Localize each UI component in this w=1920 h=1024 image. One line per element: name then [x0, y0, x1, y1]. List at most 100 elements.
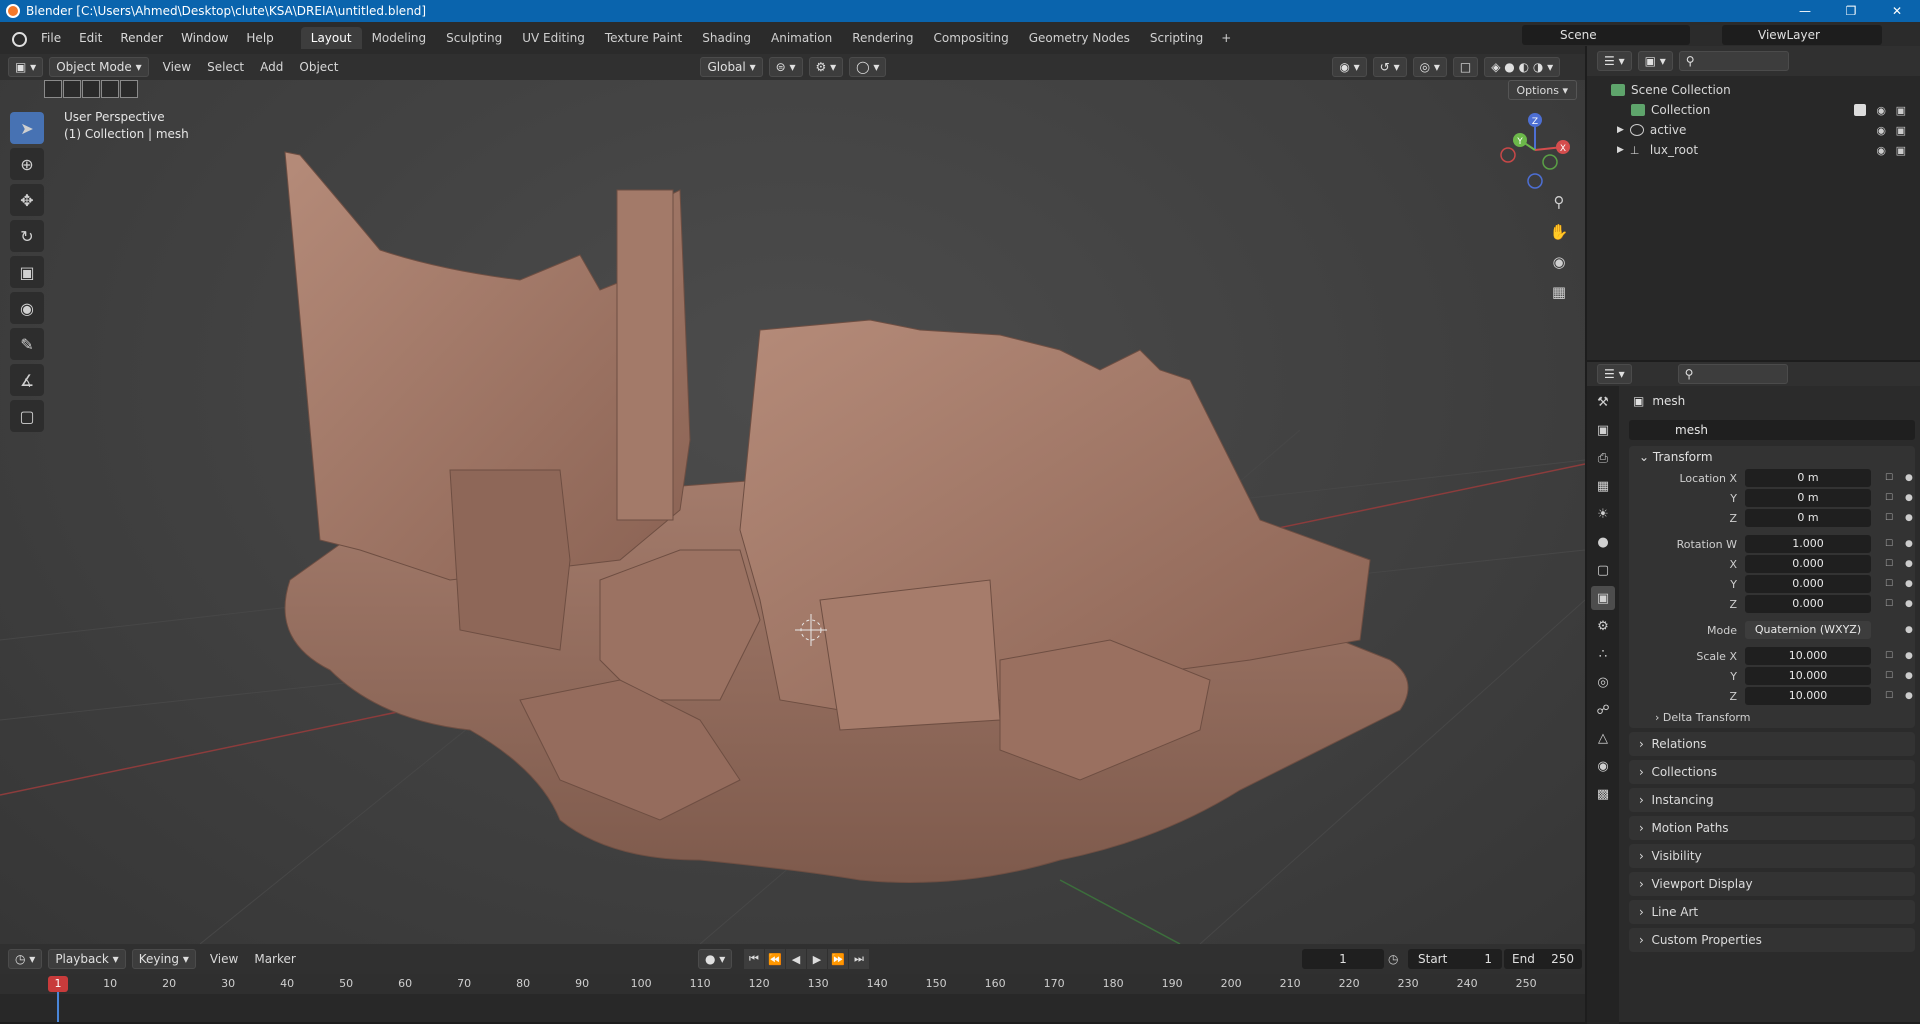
location-y-field[interactable]: 0 m	[1745, 489, 1871, 507]
ortho-grid-icon[interactable]: ▦	[1547, 280, 1571, 304]
expand-arrow-icon[interactable]: ▶	[1617, 125, 1624, 135]
tab-compositing[interactable]: Compositing	[923, 27, 1018, 49]
annotate-tool-icon[interactable]: ✎	[10, 328, 44, 360]
timeline-editor-type[interactable]: ◷ ▾	[8, 949, 43, 969]
location-z-field[interactable]: 0 m	[1745, 509, 1871, 527]
expand-arrow-icon[interactable]: ▶	[1617, 145, 1624, 155]
keyframe-dot-icon[interactable]: ●	[1905, 539, 1913, 549]
render-tab-icon[interactable]: ▣	[1591, 418, 1615, 442]
scale-z-field[interactable]: 10.000	[1745, 687, 1871, 705]
lock-icon[interactable]: ☐	[1885, 599, 1893, 609]
orientation-dropdown[interactable]: Global ▾	[700, 57, 763, 77]
data-tab-icon[interactable]: △	[1591, 726, 1615, 750]
select-subtract-icon[interactable]	[82, 80, 100, 98]
zoom-icon[interactable]: ⚲	[1547, 190, 1571, 214]
preview-range-icon[interactable]: ◷	[1388, 952, 1398, 966]
collection-tab-icon[interactable]: ▢	[1591, 558, 1615, 582]
collections-panel[interactable]: › Collections	[1629, 760, 1915, 784]
render-camera-icon[interactable]: ▣	[1896, 144, 1906, 157]
tab-sculpting[interactable]: Sculpting	[436, 27, 512, 49]
rotation-mode-dropdown[interactable]: Quaternion (WXYZ)	[1745, 621, 1871, 639]
rotate-tool-icon[interactable]: ↻	[10, 220, 44, 252]
outliner-item-active[interactable]: ▶ active ◉ ▣	[1587, 120, 1920, 140]
location-x-field[interactable]: 0 m	[1745, 469, 1871, 487]
menu-window[interactable]: Window	[172, 31, 237, 45]
visibility-eye-icon[interactable]: ◉	[1876, 144, 1886, 157]
object-tab-icon[interactable]: ▣	[1591, 586, 1615, 610]
tab-modeling[interactable]: Modeling	[362, 27, 437, 49]
outliner-display-mode[interactable]: ▣ ▾	[1637, 51, 1673, 71]
select-extend-icon[interactable]	[63, 80, 81, 98]
camera-view-icon[interactable]: ◉	[1547, 250, 1571, 274]
restore-icon[interactable]: ❐	[1828, 0, 1874, 22]
outliner-item-collection[interactable]: Collection ◉ ▣	[1587, 100, 1920, 120]
exclude-checkbox[interactable]	[1854, 104, 1866, 116]
texture-tab-icon[interactable]: ▩	[1591, 782, 1615, 806]
start-frame-field[interactable]: Start 1	[1408, 949, 1502, 969]
object-name-field[interactable]: mesh	[1629, 420, 1915, 440]
rotation-y-field[interactable]: 0.000	[1745, 575, 1871, 593]
cursor-tool-icon[interactable]: ⊕	[10, 148, 44, 180]
keyframe-dot-icon[interactable]: ●	[1905, 651, 1913, 661]
rotation-x-field[interactable]: 0.000	[1745, 555, 1871, 573]
play-icon[interactable]: ▶	[807, 949, 827, 969]
pivot-dropdown[interactable]: ⊜ ▾	[768, 57, 803, 77]
menu-add[interactable]: Add	[252, 60, 291, 74]
tab-animation[interactable]: Animation	[761, 27, 842, 49]
visibility-eye-icon[interactable]: ◉	[1876, 104, 1886, 117]
keyframe-dot-icon[interactable]: ●	[1905, 691, 1913, 701]
auto-keying-toggle[interactable]: ● ▾	[698, 949, 733, 969]
viewport-display-panel[interactable]: › Viewport Display	[1629, 872, 1915, 896]
lock-icon[interactable]: ☐	[1885, 691, 1893, 701]
playback-menu[interactable]: Playback ▾	[48, 949, 126, 969]
lock-icon[interactable]: ☐	[1885, 493, 1893, 503]
lock-icon[interactable]: ☐	[1885, 539, 1893, 549]
tab-rendering[interactable]: Rendering	[842, 27, 923, 49]
timeline-view-menu[interactable]: View	[202, 952, 246, 966]
current-frame-field[interactable]: 1	[1302, 949, 1384, 969]
gizmo-toggle[interactable]: ↺ ▾	[1372, 57, 1407, 77]
3d-viewport[interactable]: Z Y X Options ▾ User Perspective (1) Col…	[0, 80, 1585, 944]
view-layer-tab-icon[interactable]: ▦	[1591, 474, 1615, 498]
menu-edit[interactable]: Edit	[70, 31, 111, 45]
prev-keyframe-icon[interactable]: ⏪	[765, 949, 785, 969]
jump-end-icon[interactable]: ⏭	[849, 949, 869, 969]
options-button[interactable]: Options ▾	[1507, 80, 1577, 100]
tab-uv-editing[interactable]: UV Editing	[512, 27, 595, 49]
tab-geometry-nodes[interactable]: Geometry Nodes	[1019, 27, 1140, 49]
outliner-search-input[interactable]: ⚲	[1678, 51, 1789, 71]
tool-tab-icon[interactable]: ⚒	[1591, 390, 1615, 414]
menu-help[interactable]: Help	[237, 31, 282, 45]
rotation-w-field[interactable]: 1.000	[1745, 535, 1871, 553]
rotation-z-field[interactable]: 0.000	[1745, 595, 1871, 613]
proportional-edit-toggle[interactable]: ◯ ▾	[849, 57, 887, 77]
play-reverse-icon[interactable]: ◀	[786, 949, 806, 969]
keying-menu[interactable]: Keying ▾	[131, 949, 196, 969]
add-workspace-icon[interactable]: +	[1213, 27, 1239, 49]
next-keyframe-icon[interactable]: ⏩	[828, 949, 848, 969]
transform-tool-icon[interactable]: ◉	[10, 292, 44, 324]
keyframe-dot-icon[interactable]: ●	[1905, 625, 1913, 635]
physics-tab-icon[interactable]: ◎	[1591, 670, 1615, 694]
lock-icon[interactable]: ☐	[1885, 671, 1893, 681]
editor-type-dropdown[interactable]: ▣ ▾	[8, 57, 44, 77]
keyframe-dot-icon[interactable]: ●	[1905, 559, 1913, 569]
keyframe-dot-icon[interactable]: ●	[1905, 493, 1913, 503]
visibility-eye-icon[interactable]: ◉	[1876, 124, 1886, 137]
particles-tab-icon[interactable]: ∴	[1591, 642, 1615, 666]
visibility-dropdown[interactable]: ◉ ▾	[1332, 57, 1367, 77]
outliner-item-scene-collection[interactable]: Scene Collection	[1587, 80, 1920, 100]
jump-start-icon[interactable]: ⏮	[744, 949, 764, 969]
menu-render[interactable]: Render	[111, 31, 172, 45]
playhead-frame-marker[interactable]: 1	[48, 976, 68, 992]
world-tab-icon[interactable]: ●	[1591, 530, 1615, 554]
mesh-model[interactable]	[284, 151, 1409, 883]
keyframe-dot-icon[interactable]: ●	[1905, 579, 1913, 589]
close-icon[interactable]: ✕	[1874, 0, 1920, 22]
frame-ruler[interactable]: 10 20 30 40 50 60 70 80 90 100 110 120 130 140 150 160 1…	[0, 974, 1585, 994]
lock-icon[interactable]: ☐	[1885, 559, 1893, 569]
keyframe-dot-icon[interactable]: ●	[1905, 671, 1913, 681]
viewlayer-selector[interactable]: ViewLayer	[1722, 25, 1882, 45]
keyframe-dot-icon[interactable]: ●	[1905, 513, 1913, 523]
minimize-icon[interactable]: —	[1782, 0, 1828, 22]
